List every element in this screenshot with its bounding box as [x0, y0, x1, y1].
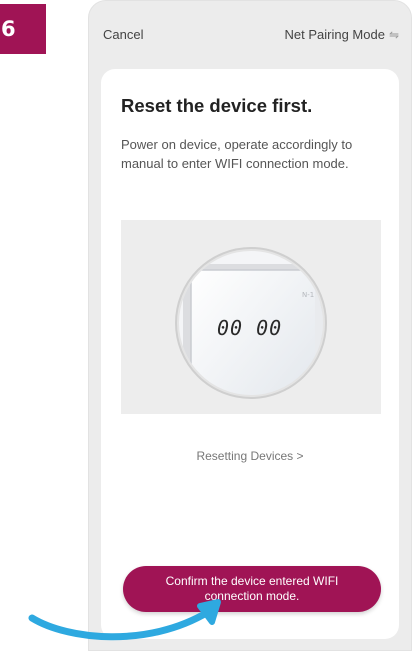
- resetting-devices-link[interactable]: Resetting Devices >: [101, 449, 399, 463]
- instruction-card: Reset the device first. Power on device,…: [101, 69, 399, 639]
- confirm-button-label: Confirm the device entered WIFI connecti…: [165, 574, 339, 603]
- mode-label: Net Pairing Mode: [284, 27, 385, 42]
- phone-screen: Cancel Net Pairing Mode ⇋ Reset the devi…: [88, 0, 412, 651]
- switch-arrows-icon: ⇋: [388, 27, 399, 42]
- step-number: 6: [1, 17, 16, 41]
- top-bar: Cancel Net Pairing Mode ⇋: [89, 1, 411, 63]
- confirm-wifi-mode-button[interactable]: Confirm the device entered WIFI connecti…: [123, 566, 381, 612]
- cancel-button[interactable]: Cancel: [103, 27, 143, 42]
- net-pairing-mode-button[interactable]: Net Pairing Mode ⇋: [284, 27, 399, 42]
- device-display-graphic: N-1 00 00: [175, 247, 327, 399]
- chevron-right-icon: >: [296, 449, 304, 463]
- resetting-devices-label: Resetting Devices: [196, 449, 294, 463]
- device-illustration: N-1 00 00: [121, 220, 381, 414]
- page-title: Reset the device first.: [121, 95, 313, 116]
- step-number-badge: 6: [0, 4, 46, 54]
- device-model-label: N-1: [302, 291, 314, 299]
- device-lcd-readout: 00 00: [217, 316, 282, 340]
- instruction-text: Power on device, operate accordingly to …: [121, 137, 353, 171]
